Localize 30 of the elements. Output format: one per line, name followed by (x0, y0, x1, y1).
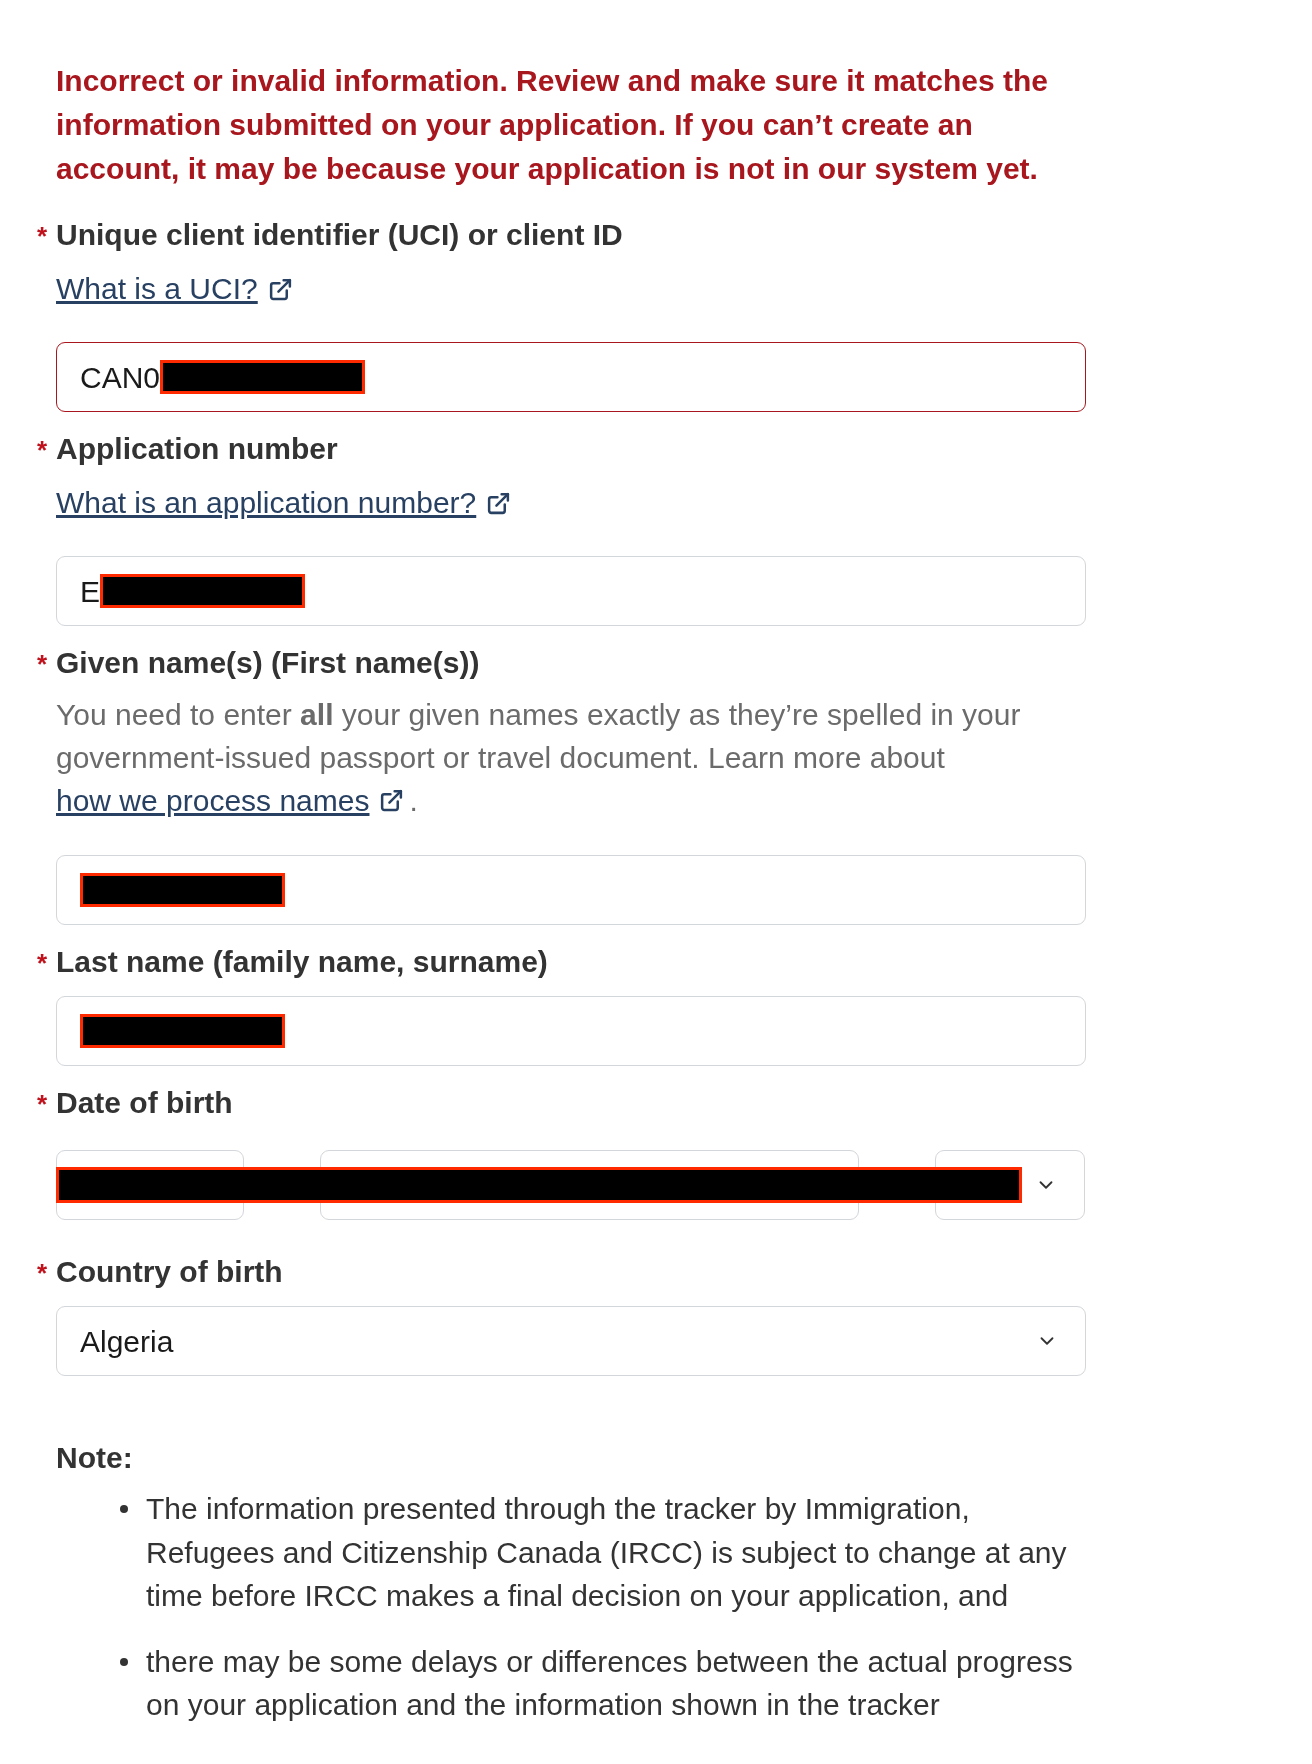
note-title: Note: (56, 1440, 133, 1476)
field-label: Application number (56, 431, 338, 467)
required-asterisk: * (37, 1257, 49, 1290)
field-label: Unique client identifier (UCI) or client ID (56, 217, 623, 253)
bullet-icon (120, 1505, 128, 1513)
help-link[interactable]: how we process names (56, 779, 405, 822)
text-input[interactable]: E (56, 556, 1086, 626)
help-link[interactable]: What is a UCI? (56, 271, 293, 307)
select-field[interactable]: Algeria (56, 1306, 1086, 1376)
external-link-icon (379, 788, 405, 813)
field-label: Country of birth (56, 1254, 283, 1290)
note-text: The information presented through the tracker by Immigration, Refugees and Citizenship Canada (IRCC) is subject to change at any time before IRCC makes a final decision on your application, and (146, 1491, 1068, 1614)
text-input[interactable] (56, 855, 1086, 925)
external-link-icon (267, 276, 293, 302)
field-label: Date of birth (56, 1085, 233, 1121)
text-input[interactable] (56, 996, 1086, 1066)
external-link-icon (486, 490, 512, 516)
error-message: Incorrect or invalid information. Review and make sure it matches the information submitted on your application. If you can’t create an account, it may be because your application is not in our system yet. (56, 63, 1049, 187)
field-label: Last name (family name, surname) (56, 944, 548, 980)
required-asterisk: * (37, 648, 49, 681)
text-input[interactable]: CAN0 (56, 342, 1086, 412)
field-label: Given name(s) (First name(s)) (56, 645, 480, 681)
required-asterisk: * (37, 947, 49, 980)
required-asterisk: * (37, 1088, 49, 1121)
help-link[interactable]: What is an application number? (56, 485, 512, 521)
required-asterisk: * (37, 220, 49, 253)
help-text: You need to enter all your given names exactly as they’re spelled in your government-issued passport or travel document. Learn more about how we process names . (56, 693, 1086, 822)
note-text: there may be some delays or differences between the actual progress on your application and the information shown in the tracker (146, 1643, 1074, 1723)
required-asterisk: * (37, 434, 49, 467)
bullet-icon (120, 1657, 128, 1666)
